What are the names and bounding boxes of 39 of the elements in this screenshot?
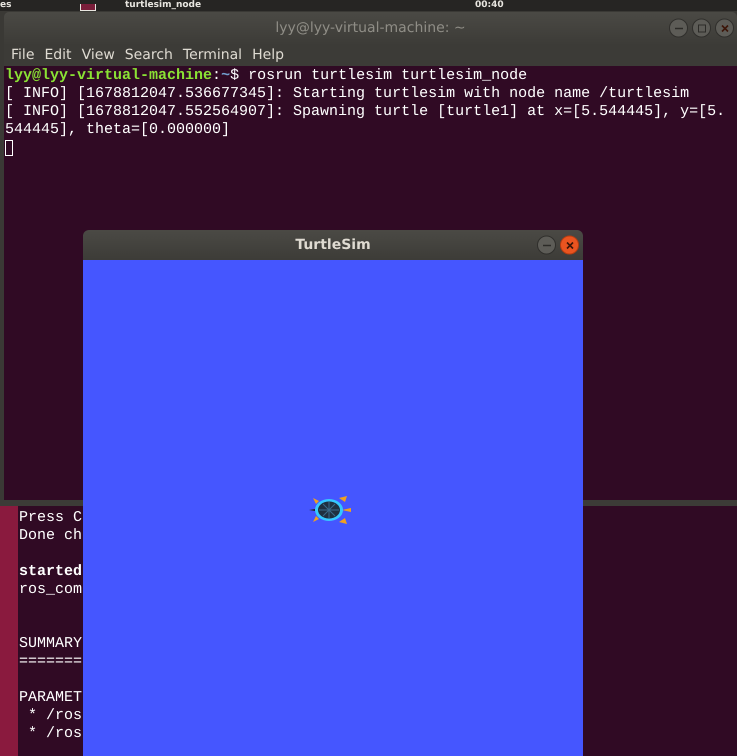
maximize-button[interactable] [692, 18, 711, 38]
output-line: * /ros [27, 707, 82, 725]
prompt-path: ~ [221, 67, 230, 85]
output-line: started [19, 563, 82, 581]
command-text: rosrun turtlesim turtlesim_node [248, 67, 528, 85]
output-line: ros_com [19, 581, 82, 599]
activities-label[interactable]: es [0, 0, 12, 11]
output-line: Done ch [19, 527, 82, 545]
close-button[interactable] [560, 236, 579, 254]
output-line: 544445], theta=[0.000000] [5, 121, 230, 139]
minimize-button[interactable] [669, 18, 688, 38]
output-line: Press C [19, 509, 82, 527]
menu-item[interactable]: Search [120, 47, 178, 63]
app-menu-label[interactable]: turtlesim_node [125, 0, 202, 11]
output-line: PARAMET [19, 689, 82, 707]
menu-item[interactable]: File [6, 47, 40, 63]
prompt-separator: : [212, 67, 222, 85]
output-line: [ INFO] [1678812047.552564907]: Spawning turtle [turtle1] at x=[5.544445], y=[5. [5, 103, 726, 121]
prompt-symbol: $ [230, 67, 240, 85]
terminal-icon [80, 4, 96, 11]
minimize-button[interactable] [537, 236, 556, 254]
close-button[interactable] [715, 18, 734, 38]
menu-item[interactable]: Edit [39, 47, 77, 63]
close-icon [720, 24, 728, 32]
output-line: [ INFO] [1678812047.536677345]: Starting turtlesim with node name /turtlesim [5, 85, 690, 103]
window-title: lyy@lyy-virtual-machine: ~ [275, 20, 466, 36]
clock-label[interactable]: 00:40 [475, 0, 504, 11]
prompt-user-host: lyy@lyy-virtual-machine [5, 67, 212, 85]
window-title: TurtleSim [295, 237, 371, 253]
output-line: ======= [19, 653, 82, 671]
close-icon [566, 241, 574, 249]
menu-item[interactable]: View [76, 47, 120, 63]
menu-item[interactable]: Terminal [178, 47, 248, 63]
menu-item[interactable]: Help [247, 47, 289, 63]
output-line: SUMMARY [19, 635, 82, 653]
turtle-drawing [309, 493, 353, 527]
maximize-icon [698, 24, 706, 32]
output-line: * /ros [27, 725, 82, 743]
text-cursor [5, 140, 13, 156]
